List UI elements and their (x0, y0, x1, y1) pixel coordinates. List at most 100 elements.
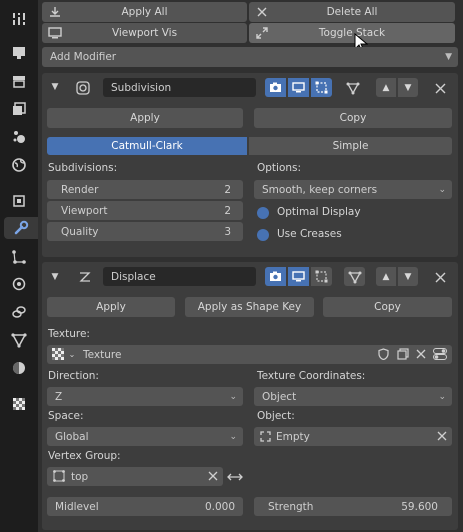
output-tab-icon[interactable] (7, 70, 31, 92)
cage-toggle-button[interactable] (344, 267, 365, 286)
quality-value: 3 (224, 225, 231, 238)
world-tab-icon[interactable] (7, 154, 31, 176)
modifier-tab-icon[interactable] (4, 217, 38, 239)
render-tab-icon[interactable] (7, 42, 31, 64)
object-selector[interactable]: Empty (254, 427, 452, 446)
tab-simple[interactable]: Simple (249, 137, 452, 155)
subdivision-apply-button[interactable]: Apply (47, 108, 243, 128)
simple-label: Simple (332, 140, 369, 152)
delete-all-label: Delete All (326, 6, 378, 18)
close-icon[interactable] (436, 430, 448, 442)
direction-heading: Direction: (48, 370, 99, 382)
duplicate-icon[interactable] (396, 347, 410, 361)
viewport-vis-label: Viewport Vis (111, 27, 178, 39)
direction-dropdown[interactable]: Z ⌄ (47, 387, 243, 406)
close-icon (254, 4, 270, 20)
tool-tab-icon[interactable] (7, 8, 31, 30)
displace-name-field[interactable]: Displace (103, 267, 256, 286)
viewport-toggle-button[interactable] (288, 267, 309, 286)
invert-arrows-icon[interactable] (226, 469, 244, 485)
strength-field[interactable]: Strength 59.600 (254, 497, 452, 516)
constraints-tab-icon[interactable] (7, 301, 31, 323)
move-down-button[interactable]: ▼ (398, 78, 418, 97)
texture-tab-icon[interactable] (7, 393, 31, 415)
texture-value: Texture (83, 348, 122, 361)
midlevel-field[interactable]: Midlevel 0.000 (47, 497, 243, 516)
displace-modifier-icon (76, 268, 94, 286)
texture-coordinates-dropdown[interactable]: Object ⌄ (254, 387, 452, 406)
chevron-down-icon: ⌄ (68, 349, 76, 359)
material-tab-icon[interactable] (7, 357, 31, 379)
apply-shape-key-label: Apply as Shape Key (197, 301, 302, 313)
midlevel-label: Midlevel (55, 500, 99, 513)
use-creases-checkbox[interactable] (257, 229, 269, 241)
triangle-up-icon: ▲ (382, 82, 390, 93)
use-creases-label: Use Creases (277, 228, 342, 240)
subdivisions-heading: Subdivisions: (48, 162, 118, 174)
download-icon (47, 4, 63, 20)
collapse-arrow-icon[interactable]: ▼ (48, 270, 62, 284)
displace-apply-button[interactable]: Apply (47, 297, 175, 317)
cage-toggle-icon[interactable] (344, 79, 362, 97)
viewport-levels-field[interactable]: Viewport 2 (47, 201, 243, 220)
tab-catmull-clark[interactable]: Catmull-Clark (47, 137, 247, 155)
move-up-button[interactable]: ▲ (376, 267, 396, 286)
render-levels-value: 2 (224, 183, 231, 196)
viewport-vis-button[interactable]: Viewport Vis (42, 23, 247, 43)
vertex-group-icon (53, 470, 65, 482)
particles-tab-icon[interactable] (7, 246, 31, 268)
view-layer-tab-icon[interactable] (7, 98, 31, 120)
close-icon[interactable] (432, 269, 448, 285)
move-down-button[interactable]: ▼ (398, 267, 418, 286)
object-tab-icon[interactable] (7, 190, 31, 212)
add-modifier-label: Add Modifier (50, 51, 117, 63)
apply-as-shape-key-button[interactable]: Apply as Shape Key (185, 297, 314, 317)
viewport-toggle-button[interactable] (288, 78, 309, 97)
render-toggle-button[interactable] (265, 267, 286, 286)
options-heading: Options: (257, 162, 302, 174)
subdivision-name-field[interactable]: Subdivision (103, 78, 256, 97)
render-toggle-button[interactable] (265, 78, 286, 97)
editmode-toggle-button[interactable] (311, 78, 332, 97)
apply-label: Apply (130, 112, 160, 124)
collapse-arrow-icon[interactable]: ▼ (48, 80, 62, 94)
editmode-toggle-button[interactable] (311, 267, 332, 286)
viewport-levels-value: 2 (224, 204, 231, 217)
quality-label: Quality (61, 225, 99, 238)
subdivision-copy-button[interactable]: Copy (254, 108, 452, 128)
copy-label: Copy (339, 112, 367, 124)
displace-copy-button[interactable]: Copy (323, 297, 452, 317)
apply-label: Apply (96, 301, 126, 313)
delete-all-button[interactable]: Delete All (249, 2, 455, 22)
add-modifier-dropdown[interactable]: Add Modifier ▼ (42, 47, 458, 67)
catmull-clark-label: Catmull-Clark (111, 140, 183, 152)
uv-smooth-dropdown[interactable]: Smooth, keep corners ⌄ (254, 180, 452, 199)
quality-field[interactable]: Quality 3 (47, 222, 243, 241)
triangle-down-icon: ▼ (404, 82, 412, 93)
shield-icon[interactable] (376, 347, 390, 361)
close-icon[interactable] (207, 470, 219, 482)
scene-tab-icon[interactable] (7, 126, 31, 148)
camera-icon (270, 82, 281, 92)
toggle-stack-button[interactable]: Toggle Stack (249, 23, 455, 43)
physics-tab-icon[interactable] (7, 273, 31, 295)
vertex-group-field[interactable]: top (47, 467, 223, 486)
close-icon[interactable] (414, 347, 428, 361)
optimal-display-label: Optimal Display (277, 206, 361, 218)
move-up-button[interactable]: ▲ (376, 78, 396, 97)
close-icon[interactable] (432, 80, 448, 96)
monitor-icon (292, 271, 305, 282)
toggle-stack-label: Toggle Stack (318, 27, 386, 39)
apply-all-button[interactable]: Apply All (42, 2, 247, 22)
triangle-up-icon: ▲ (382, 271, 390, 282)
displace-name: Displace (111, 270, 156, 283)
space-dropdown[interactable]: Global ⌄ (47, 427, 243, 446)
object-heading: Object: (257, 410, 295, 422)
render-levels-field[interactable]: Render 2 (47, 180, 243, 199)
optimal-display-checkbox[interactable] (257, 207, 269, 219)
data-tab-icon[interactable] (7, 329, 31, 351)
vertex-group-value: top (71, 470, 89, 483)
texture-selector[interactable]: ⌄ Texture (47, 345, 452, 364)
toggle-properties-icon[interactable] (432, 347, 448, 361)
chevron-down-icon: ▼ (445, 52, 452, 62)
